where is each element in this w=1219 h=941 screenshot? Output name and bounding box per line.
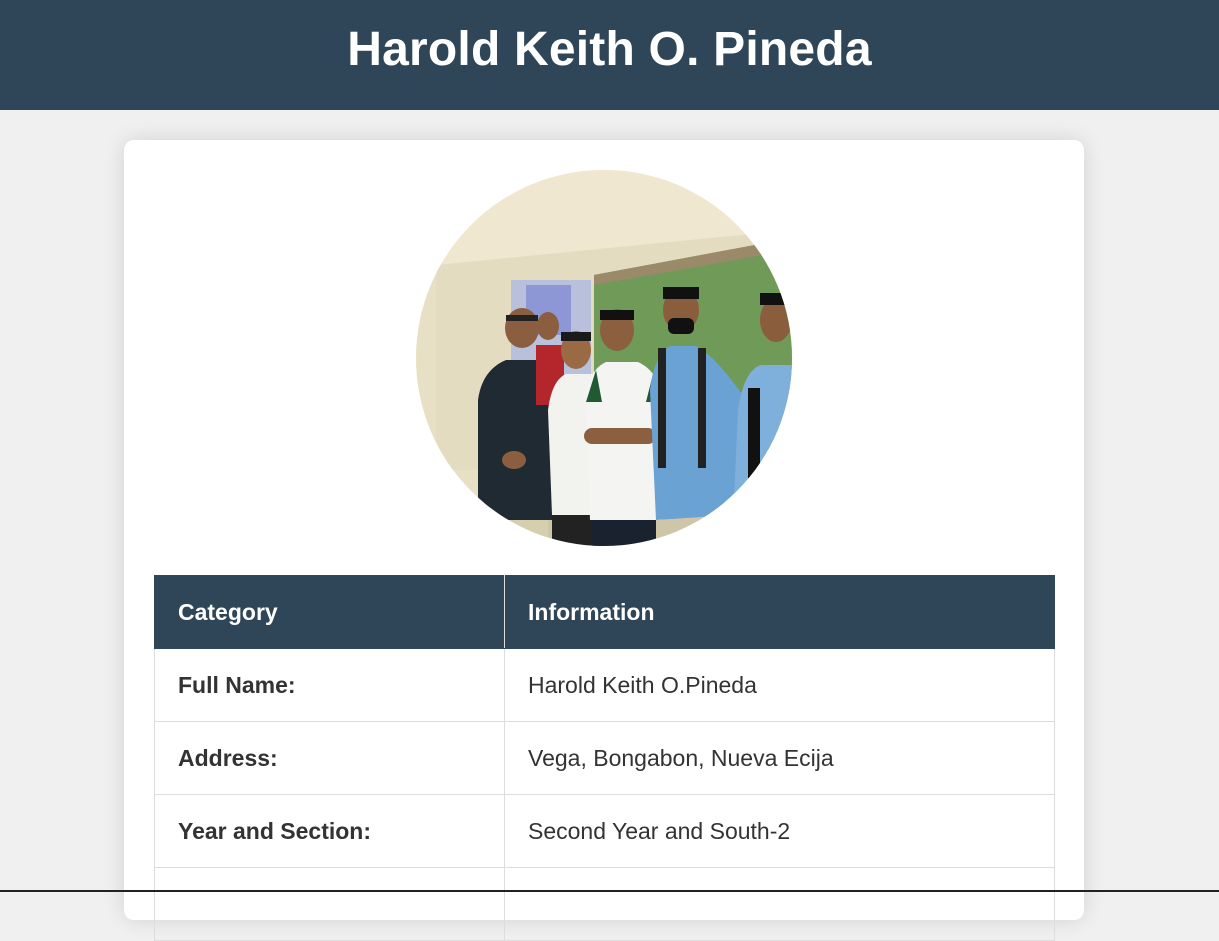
table-row: Address: Vega, Bongabon, Nueva Ecija (154, 721, 1055, 795)
info-table: Category Information Full Name: Harold K… (154, 575, 1055, 941)
row-information: Harold Keith O.Pineda (504, 648, 1055, 722)
table-row: Year and Section: Second Year and South-… (154, 794, 1055, 868)
column-header-information: Information (504, 575, 1055, 649)
row-category: Address: (154, 721, 505, 795)
row-information: Second Year and South-2 (504, 794, 1055, 868)
profile-card: Category Information Full Name: Harold K… (124, 140, 1084, 941)
row-information: Vega, Bongabon, Nueva Ecija (504, 721, 1055, 795)
table-header-row: Category Information (154, 575, 1055, 649)
row-category (154, 867, 505, 941)
group-photo-image (416, 170, 792, 546)
row-category: Year and Section: (154, 794, 505, 868)
profile-photo (416, 170, 792, 546)
page-header: Harold Keith O. Pineda (0, 0, 1219, 110)
page-title: Harold Keith O. Pineda (347, 22, 872, 76)
column-header-category: Category (154, 575, 505, 649)
table-row (154, 867, 1055, 941)
table-row: Full Name: Harold Keith O.Pineda (154, 648, 1055, 722)
row-category: Full Name: (154, 648, 505, 722)
row-information (504, 867, 1055, 941)
